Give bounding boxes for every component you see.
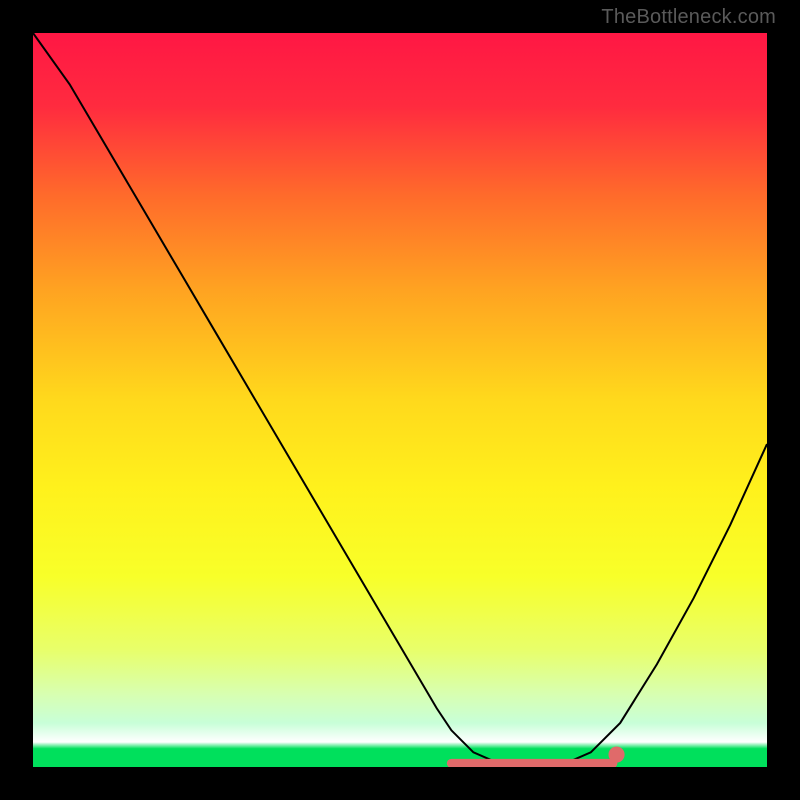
bottleneck-curve — [33, 33, 767, 767]
optimal-range-end-dot — [608, 746, 624, 762]
plot-area — [33, 33, 767, 767]
chart-frame: TheBottleneck.com — [0, 0, 800, 800]
watermark-text: TheBottleneck.com — [601, 6, 776, 29]
